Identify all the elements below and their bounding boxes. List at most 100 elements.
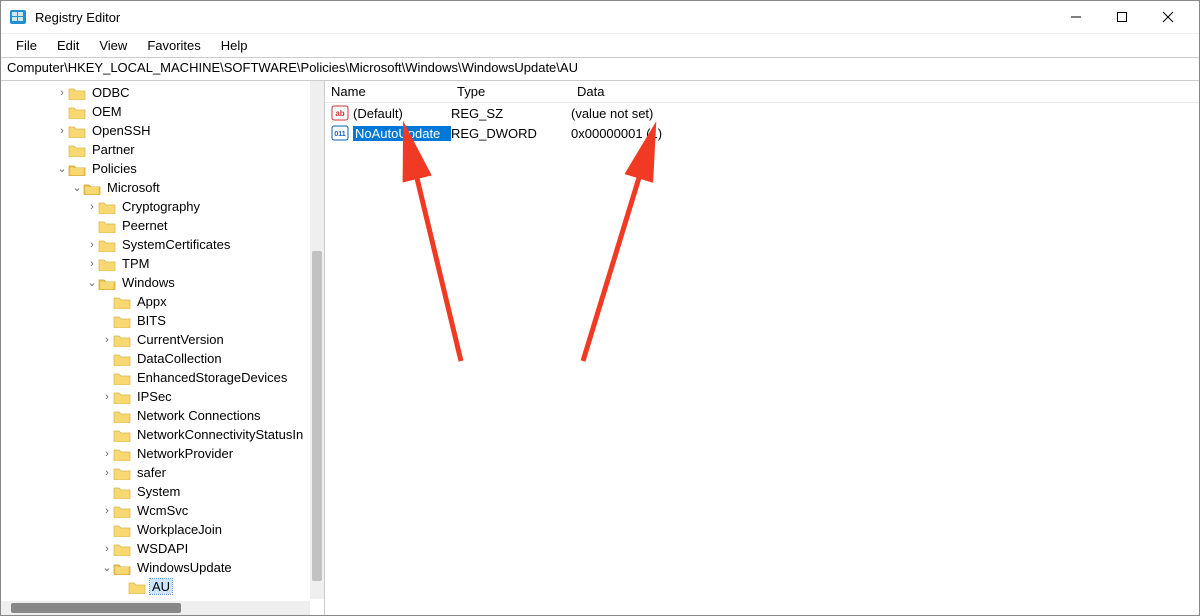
tree-node-netconn[interactable]: Network Connections: [1, 406, 324, 425]
tree-node-netprovider[interactable]: ›NetworkProvider: [1, 444, 324, 463]
values-list: (Default) REG_SZ (value not set) NoAutoU…: [325, 103, 1199, 143]
tree-vertical-scrollbar[interactable]: [310, 81, 324, 599]
folder-icon: [98, 219, 116, 233]
folder-open-icon: [68, 162, 86, 176]
menu-favorites[interactable]: Favorites: [138, 36, 209, 55]
tree-node-currentversion[interactable]: ›CurrentVersion: [1, 330, 324, 349]
chevron-right-icon: ›: [56, 87, 68, 99]
close-button[interactable]: [1145, 1, 1191, 33]
chevron-right-icon: ›: [101, 391, 113, 403]
column-header-name[interactable]: Name: [325, 84, 451, 99]
folder-icon: [113, 333, 131, 347]
menu-bar: File Edit View Favorites Help: [1, 33, 1199, 57]
chevron-right-icon: ›: [86, 258, 98, 270]
value-type: REG_DWORD: [451, 126, 571, 141]
column-header-type[interactable]: Type: [451, 84, 571, 99]
folder-icon: [98, 257, 116, 271]
value-row[interactable]: (Default) REG_SZ (value not set): [325, 103, 1199, 123]
chevron-right-icon: ›: [101, 543, 113, 555]
tree-node-peernet[interactable]: Peernet: [1, 216, 324, 235]
tree-node-ipsec[interactable]: ›IPSec: [1, 387, 324, 406]
folder-icon: [113, 314, 131, 328]
tree-node-tpm[interactable]: ›TPM: [1, 254, 324, 273]
menu-file[interactable]: File: [7, 36, 46, 55]
registry-editor-window: Registry Editor File Edit View Favorites…: [0, 0, 1200, 616]
chevron-down-icon: ⌄: [56, 162, 68, 175]
folder-open-icon: [98, 276, 116, 290]
folder-icon: [113, 542, 131, 556]
reg-sz-icon: [331, 105, 349, 121]
chevron-down-icon: ⌄: [101, 561, 113, 574]
menu-help[interactable]: Help: [212, 36, 257, 55]
tree-node-wcmsvc[interactable]: ›WcmSvc: [1, 501, 324, 520]
folder-icon: [113, 390, 131, 404]
title-bar[interactable]: Registry Editor: [1, 1, 1199, 33]
tree-node-systemcertificates[interactable]: ›SystemCertificates: [1, 235, 324, 254]
tree-node-windowsdefender[interactable]: ›Windows Defender: [1, 596, 324, 599]
folder-open-icon: [83, 181, 101, 195]
tree-horizontal-scrollbar[interactable]: [1, 601, 310, 615]
maximize-button[interactable]: [1099, 1, 1145, 33]
chevron-right-icon: ›: [86, 239, 98, 251]
tree-node-policies[interactable]: ⌄Policies: [1, 159, 324, 178]
folder-icon: [113, 485, 131, 499]
chevron-right-icon: ›: [101, 448, 113, 460]
workspace: ›ODBC OEM ›OpenSSH Partner ⌄Policies ⌄Mi…: [1, 81, 1199, 615]
tree-node-bits[interactable]: BITS: [1, 311, 324, 330]
scrollbar-thumb[interactable]: [11, 603, 181, 613]
annotation-arrows: [325, 81, 1195, 611]
chevron-right-icon: ›: [101, 505, 113, 517]
folder-icon: [113, 352, 131, 366]
tree-node-windowsupdate[interactable]: ⌄WindowsUpdate: [1, 558, 324, 577]
value-name: (Default): [353, 106, 451, 121]
folder-icon: [113, 428, 131, 442]
tree-node-appx[interactable]: Appx: [1, 292, 324, 311]
list-header: Name Type Data: [325, 81, 1199, 103]
app-icon: [9, 8, 27, 26]
folder-icon: [68, 124, 86, 138]
tree-node-workplacejoin[interactable]: WorkplaceJoin: [1, 520, 324, 539]
tree-node-netconnstatus[interactable]: NetworkConnectivityStatusIn: [1, 425, 324, 444]
tree-node-odbc[interactable]: ›ODBC: [1, 83, 324, 102]
chevron-down-icon: ⌄: [86, 276, 98, 289]
tree-node-safer[interactable]: ›safer: [1, 463, 324, 482]
folder-icon: [68, 86, 86, 100]
folder-icon: [113, 295, 131, 309]
address-bar[interactable]: Computer\HKEY_LOCAL_MACHINE\SOFTWARE\Pol…: [1, 57, 1199, 81]
tree-node-datacollection[interactable]: DataCollection: [1, 349, 324, 368]
folder-icon: [113, 466, 131, 480]
menu-view[interactable]: View: [90, 36, 136, 55]
folder-open-icon: [113, 561, 131, 575]
tree-node-oem[interactable]: OEM: [1, 102, 324, 121]
tree-node-wsdapi[interactable]: ›WSDAPI: [1, 539, 324, 558]
folder-icon: [113, 447, 131, 461]
chevron-down-icon: ⌄: [71, 181, 83, 194]
menu-edit[interactable]: Edit: [48, 36, 88, 55]
tree-node-esd[interactable]: EnhancedStorageDevices: [1, 368, 324, 387]
tree-node-au[interactable]: AU: [1, 577, 324, 596]
scrollbar-thumb[interactable]: [312, 251, 322, 581]
folder-icon: [113, 504, 131, 518]
reg-dword-icon: [331, 125, 349, 141]
folder-icon: [98, 238, 116, 252]
tree-node-openssh[interactable]: ›OpenSSH: [1, 121, 324, 140]
values-pane: Name Type Data (Default) REG_SZ (value n…: [325, 81, 1199, 615]
tree-node-system[interactable]: System: [1, 482, 324, 501]
tree-node-windows[interactable]: ⌄Windows: [1, 273, 324, 292]
chevron-right-icon: ›: [86, 201, 98, 213]
tree-node-cryptography[interactable]: ›Cryptography: [1, 197, 324, 216]
value-name: NoAutoUpdate: [353, 126, 451, 141]
tree-pane: ›ODBC OEM ›OpenSSH Partner ⌄Policies ⌄Mi…: [1, 81, 325, 615]
column-header-data[interactable]: Data: [571, 84, 1199, 99]
chevron-right-icon: ›: [101, 467, 113, 479]
folder-icon: [128, 580, 146, 594]
folder-icon: [68, 143, 86, 157]
value-row[interactable]: NoAutoUpdate REG_DWORD 0x00000001 (1): [325, 123, 1199, 143]
folder-icon: [113, 523, 131, 537]
minimize-button[interactable]: [1053, 1, 1099, 33]
window-title: Registry Editor: [35, 10, 1053, 25]
tree-node-microsoft[interactable]: ⌄Microsoft: [1, 178, 324, 197]
chevron-right-icon: ›: [101, 334, 113, 346]
tree-node-partner[interactable]: Partner: [1, 140, 324, 159]
registry-tree[interactable]: ›ODBC OEM ›OpenSSH Partner ⌄Policies ⌄Mi…: [1, 81, 324, 599]
